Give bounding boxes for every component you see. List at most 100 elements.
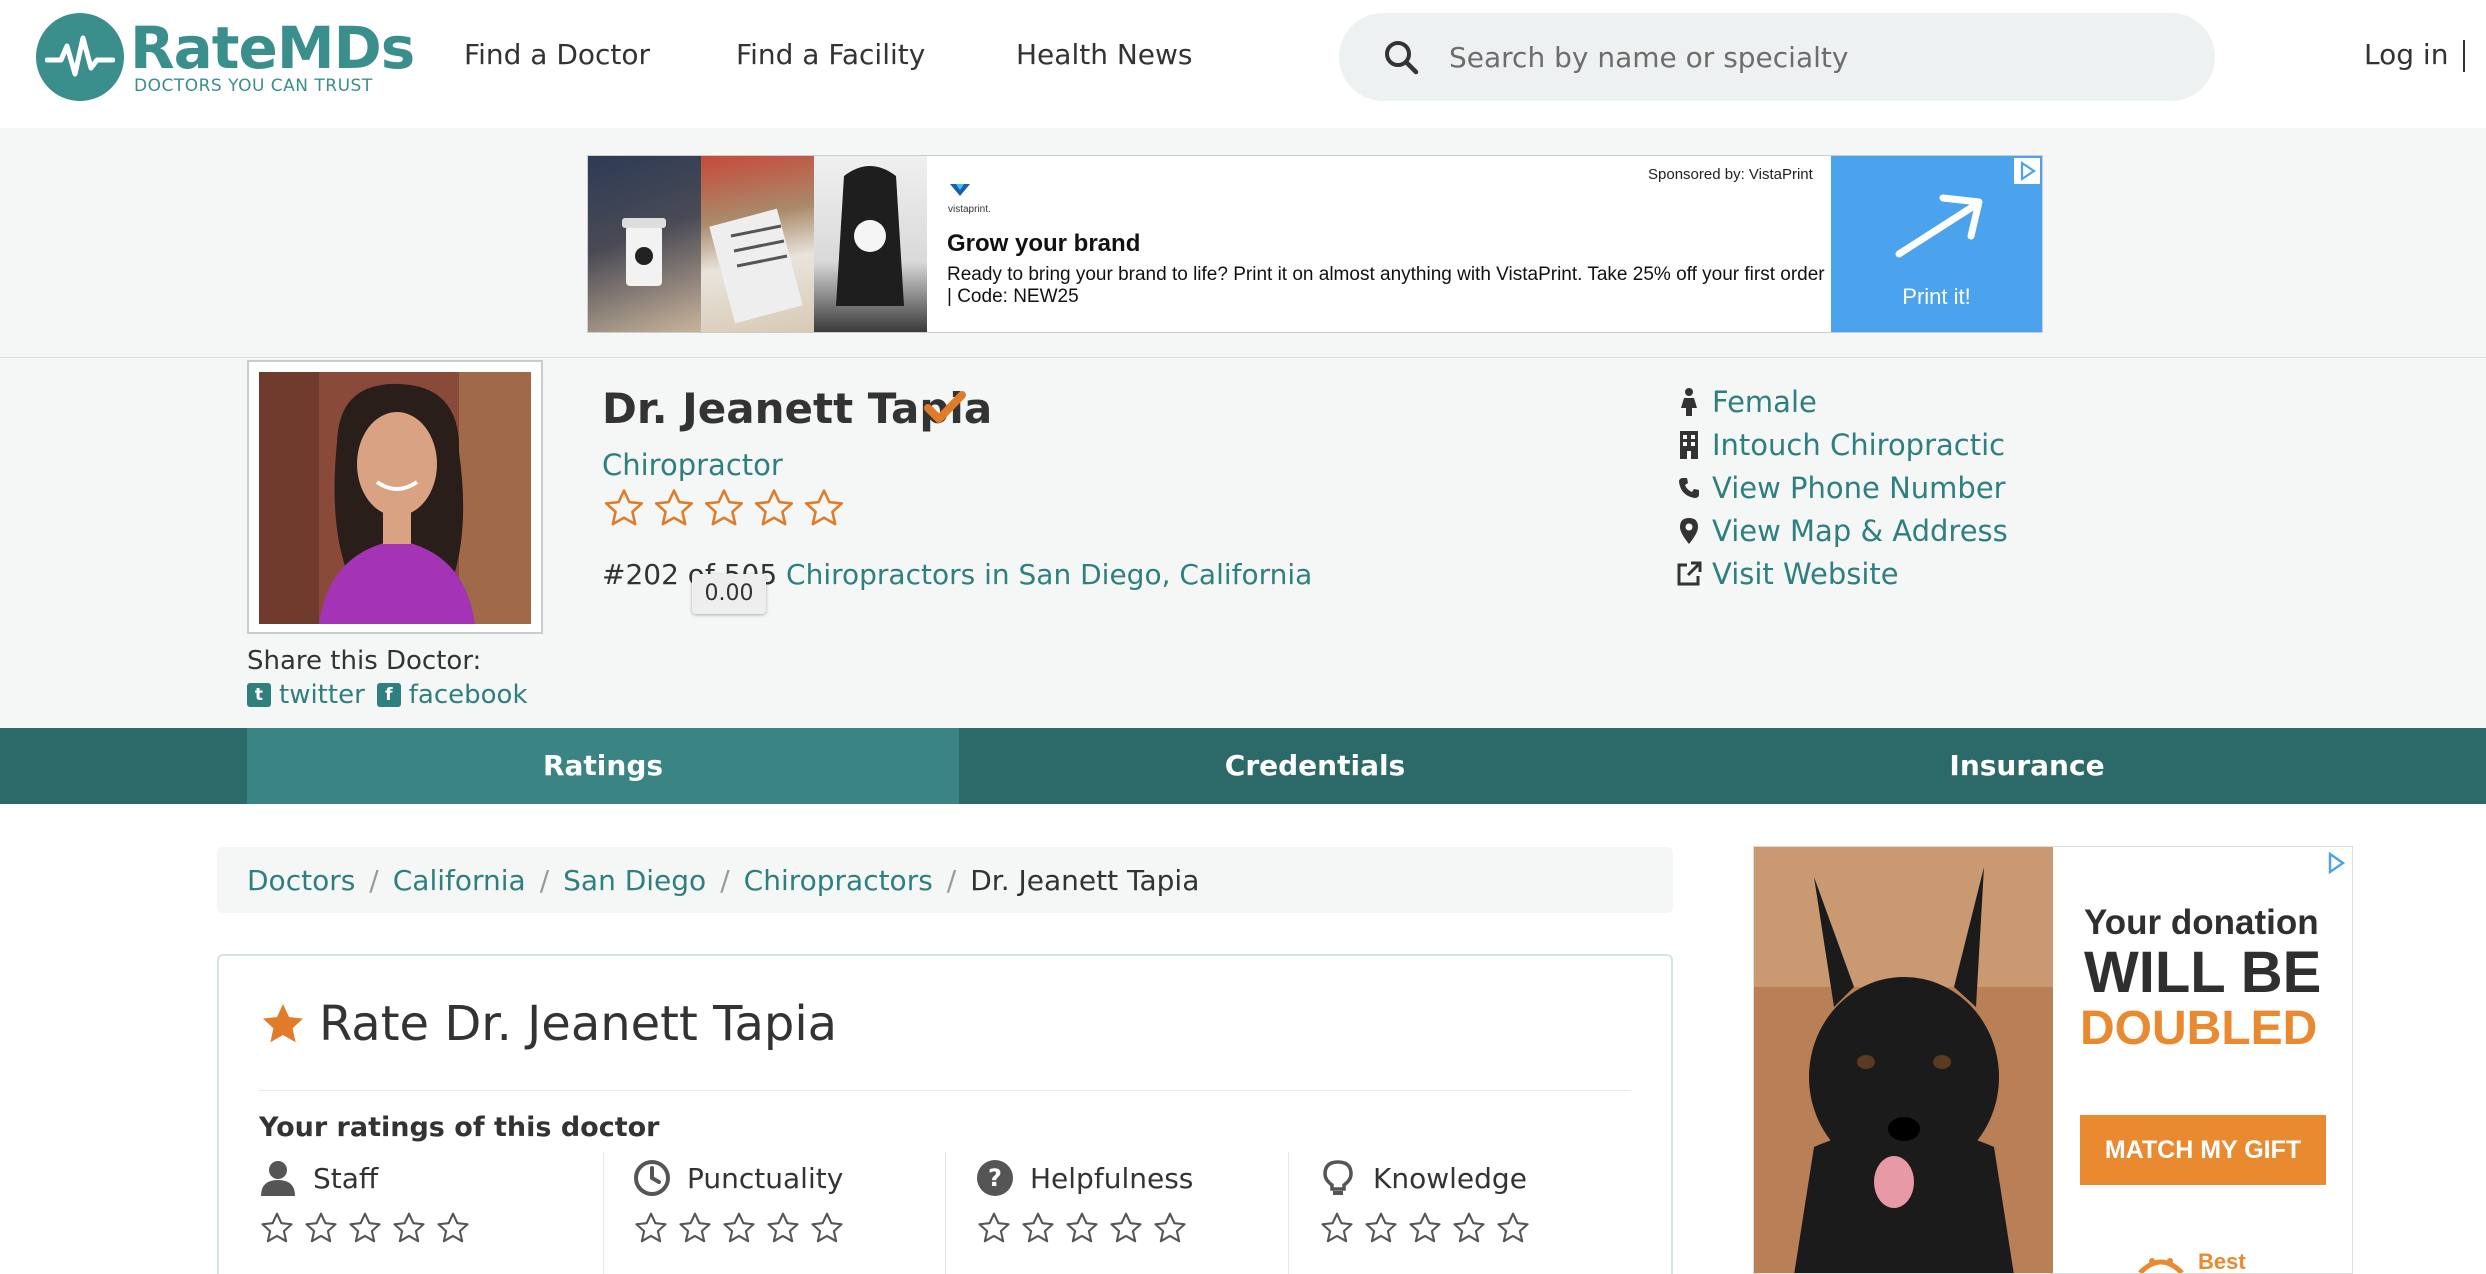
- share-facebook-link[interactable]: facebook: [409, 680, 528, 710]
- star-empty-icon: [704, 489, 744, 526]
- star-empty-icon[interactable]: [1108, 1210, 1144, 1246]
- ad-cta-button[interactable]: Print it!: [1831, 156, 2042, 332]
- star-empty-icon[interactable]: [1495, 1210, 1531, 1246]
- rating-helpfulness: ? Helpfulness: [976, 1156, 1320, 1274]
- star-empty-icon[interactable]: [1319, 1210, 1355, 1246]
- overall-rating-stars: [602, 486, 846, 530]
- breadcrumb-separator: /: [946, 863, 957, 897]
- ad-sponsor: Sponsored by: VistaPrint: [1648, 166, 1813, 183]
- info-map[interactable]: View Map & Address: [1672, 509, 2008, 552]
- nav-find-doctor[interactable]: Find a Doctor: [464, 38, 650, 71]
- search-input[interactable]: [1449, 13, 2189, 101]
- star-empty-icon[interactable]: [259, 1210, 295, 1246]
- breadcrumb-san-diego[interactable]: San Diego: [563, 864, 706, 897]
- search-bar[interactable]: [1339, 13, 2215, 101]
- star-empty-icon[interactable]: [1451, 1210, 1487, 1246]
- doctor-info-list: Female Intouch Chiropractic View Phone N…: [1672, 380, 2008, 595]
- info-website-label[interactable]: Visit Website: [1712, 557, 1899, 591]
- star-empty-icon[interactable]: [435, 1210, 471, 1246]
- helpfulness-star-input[interactable]: [976, 1210, 1320, 1246]
- lightbulb-icon: [1323, 1160, 1353, 1195]
- info-facility-label[interactable]: Intouch Chiropractic: [1712, 428, 2005, 462]
- tab-credentials[interactable]: Credentials: [959, 728, 1671, 804]
- star-empty-icon: [804, 489, 844, 526]
- svg-text:?: ?: [988, 1164, 1002, 1192]
- site-header: RateMDs DOCTORS YOU CAN TRUST Find a Doc…: [0, 0, 2486, 128]
- star-empty-icon[interactable]: [765, 1210, 801, 1246]
- info-facility[interactable]: Intouch Chiropractic: [1672, 423, 2008, 466]
- search-icon[interactable]: [1383, 39, 1419, 75]
- star-empty-icon[interactable]: [391, 1210, 427, 1246]
- breadcrumb-separator: /: [720, 863, 730, 897]
- star-empty-icon[interactable]: [809, 1210, 845, 1246]
- star-empty-icon[interactable]: [347, 1210, 383, 1246]
- female-icon: [1672, 387, 1706, 417]
- divider: [1288, 1152, 1289, 1274]
- ad-footer-text: Best: [2198, 1249, 2246, 1274]
- rate-doctor-card: Rate Dr. Jeanett Tapia Your ratings of t…: [217, 954, 1673, 1274]
- rating-punctuality: Punctuality: [633, 1156, 977, 1274]
- info-gender-label: Female: [1712, 384, 1817, 419]
- ad-title[interactable]: Grow your brand: [947, 230, 1140, 258]
- star-empty-icon[interactable]: [721, 1210, 757, 1246]
- login-link[interactable]: Log in: [2364, 38, 2448, 71]
- facebook-icon[interactable]: f: [376, 683, 401, 707]
- person-icon: [261, 1161, 295, 1196]
- breadcrumb: Doctors / California / San Diego / Chiro…: [217, 847, 1673, 913]
- ad-description: Ready to bring your brand to life? Print…: [947, 264, 1825, 307]
- star-empty-icon[interactable]: [1064, 1210, 1100, 1246]
- phone-icon: [1672, 475, 1706, 501]
- divider: [603, 1152, 604, 1274]
- doctor-specialty[interactable]: Chiropractor: [602, 448, 783, 482]
- vistaprint-ad[interactable]: Sponsored by: VistaPrint vistaprint. Gro…: [587, 155, 2043, 333]
- ad-line-will-be: WILL BE: [2084, 940, 2322, 1005]
- star-empty-icon[interactable]: [677, 1210, 713, 1246]
- rank-category-link[interactable]: Chiropractors in San Diego, California: [786, 558, 1312, 591]
- info-map-label[interactable]: View Map & Address: [1712, 514, 2008, 548]
- star-empty-icon[interactable]: [1407, 1210, 1443, 1246]
- verified-check-icon: [924, 391, 966, 423]
- info-website[interactable]: Visit Website: [1672, 552, 2008, 595]
- twitter-icon[interactable]: t: [247, 683, 271, 707]
- tab-ratings[interactable]: Ratings: [247, 728, 959, 804]
- info-gender: Female: [1672, 380, 2008, 423]
- divider: [945, 1152, 946, 1274]
- donation-ad[interactable]: Your donation WILL BE DOUBLED MATCH MY G…: [1753, 846, 2353, 1274]
- match-my-gift-button[interactable]: MATCH MY GIFT: [2080, 1115, 2326, 1185]
- nav-health-news[interactable]: Health News: [1016, 38, 1193, 71]
- breadcrumb-doctors[interactable]: Doctors: [247, 864, 355, 897]
- ad-choices-icon[interactable]: [2014, 158, 2040, 184]
- charity-logo-icon: [2138, 1258, 2184, 1273]
- vistaprint-logo-icon: [948, 182, 972, 202]
- tab-insurance[interactable]: Insurance: [1671, 728, 2383, 804]
- info-phone-label[interactable]: View Phone Number: [1712, 471, 2006, 505]
- breadcrumb-california[interactable]: California: [393, 864, 526, 897]
- nav-find-facility[interactable]: Find a Facility: [736, 38, 925, 71]
- header-divider: [2463, 40, 2465, 72]
- rating-knowledge: Knowledge: [1319, 1156, 1663, 1274]
- star-empty-icon[interactable]: [633, 1210, 669, 1246]
- logo-name: RateMDs: [130, 14, 415, 82]
- external-link-icon: [1672, 560, 1706, 588]
- ad-cta-label: Print it!: [1902, 284, 1971, 309]
- ratings-subtitle: Your ratings of this doctor: [259, 1112, 660, 1143]
- ad-line-doubled: DOUBLED: [2080, 1002, 2318, 1055]
- star-empty-icon[interactable]: [1020, 1210, 1056, 1246]
- staff-star-input[interactable]: [259, 1210, 603, 1246]
- profile-tabs: Ratings Credentials Insurance: [0, 728, 2486, 804]
- share-label: Share this Doctor:: [247, 646, 482, 676]
- punctuality-star-input[interactable]: [633, 1210, 977, 1246]
- breadcrumb-chiropractors[interactable]: Chiropractors: [744, 864, 933, 897]
- share-links: t twitter f facebook: [247, 680, 528, 710]
- star-empty-icon[interactable]: [1363, 1210, 1399, 1246]
- ad-choices-icon[interactable]: [2322, 849, 2350, 877]
- ratemds-logo[interactable]: RateMDs DOCTORS YOU CAN TRUST: [36, 12, 415, 102]
- star-empty-icon[interactable]: [1152, 1210, 1188, 1246]
- rating-helpfulness-label: Helpfulness: [1030, 1161, 1194, 1195]
- knowledge-star-input[interactable]: [1319, 1210, 1663, 1246]
- star-empty-icon[interactable]: [976, 1210, 1012, 1246]
- star-empty-icon: [654, 489, 694, 526]
- star-empty-icon[interactable]: [303, 1210, 339, 1246]
- info-phone[interactable]: View Phone Number: [1672, 466, 2008, 509]
- share-twitter-link[interactable]: twitter: [279, 680, 365, 710]
